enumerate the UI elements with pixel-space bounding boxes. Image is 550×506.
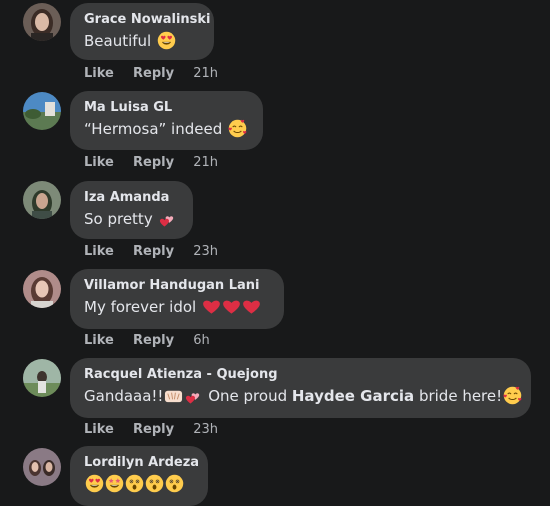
timestamp[interactable]: 21h (193, 66, 218, 81)
astonished-emoji (145, 474, 164, 493)
comment-text: My forever idol (84, 296, 270, 318)
astonished-emoji (165, 474, 184, 493)
comment-bubble: Villamor Handugan Lani My forever idol (70, 269, 284, 329)
avatar[interactable] (23, 181, 61, 219)
comment-text-before: Gandaaa!! (84, 387, 164, 405)
comment-actions: Like Reply 6h (84, 333, 210, 349)
like-button[interactable]: Like (84, 333, 114, 348)
comment-text: Beautiful (84, 30, 200, 52)
commenter-name[interactable]: Lordilyn Ardeza (84, 454, 199, 471)
heart-eyes-emoji (85, 474, 104, 493)
like-button[interactable]: Like (84, 155, 114, 170)
avatar[interactable] (23, 3, 61, 41)
commenter-name[interactable]: Villamor Handugan Lani (84, 277, 270, 294)
avatar[interactable] (23, 448, 61, 486)
two-hearts-emoji (184, 386, 203, 405)
comment-text-middle: One proud (203, 387, 292, 405)
timestamp[interactable]: 21h (193, 155, 218, 170)
red-heart-emoji (222, 297, 241, 316)
timestamp[interactable]: 23h (193, 422, 218, 437)
reply-button[interactable]: Reply (133, 244, 174, 259)
like-button[interactable]: Like (84, 66, 114, 81)
comment-text-content: So pretty (84, 210, 153, 228)
avatar[interactable] (23, 92, 61, 130)
comment-text-after: bride here! (414, 387, 503, 405)
commenter-name[interactable]: Iza Amanda (84, 189, 179, 206)
comment-actions: Like Reply 21h (84, 155, 218, 171)
heart-eyes-emoji (157, 31, 176, 50)
like-button[interactable]: Like (84, 244, 114, 259)
commenter-name[interactable]: Grace Nowalinski (84, 11, 211, 28)
comment-text-content: My forever idol (84, 298, 197, 316)
comment-actions: Like Reply 23h (84, 244, 218, 260)
reply-button[interactable]: Reply (133, 66, 174, 81)
avatar[interactable] (23, 359, 61, 397)
comment-text (84, 473, 194, 495)
reply-button[interactable]: Reply (133, 422, 174, 437)
tagged-name[interactable]: Haydee Garcia (292, 387, 414, 405)
commenter-name[interactable]: Racquel Atienza - Quejong (84, 366, 517, 383)
like-button[interactable]: Like (84, 422, 114, 437)
comment-bubble: Racquel Atienza - Quejong Gandaaa!! One … (70, 358, 531, 418)
smiling-face-with-hearts-emoji (503, 386, 523, 405)
comment-text-content: “Hermosa” indeed (84, 120, 223, 138)
commenter-name[interactable]: Ma Luisa GL (84, 99, 249, 116)
comment-actions: Like Reply 21h (84, 66, 218, 82)
comment-actions: Like Reply 23h (84, 422, 218, 438)
reply-button[interactable]: Reply (133, 155, 174, 170)
reply-button[interactable]: Reply (133, 333, 174, 348)
two-hearts-emoji (158, 209, 177, 228)
red-heart-emoji (202, 297, 221, 316)
timestamp[interactable]: 6h (193, 333, 210, 348)
comment-bubble: Lordilyn Ardeza (70, 446, 208, 506)
comment-bubble: Iza Amanda So pretty (70, 181, 193, 239)
comment-bubble: Ma Luisa GL “Hermosa” indeed (70, 91, 263, 150)
star-struck-emoji (105, 474, 124, 493)
timestamp[interactable]: 23h (193, 244, 218, 259)
comment-text-content: Beautiful (84, 32, 152, 50)
smiling-face-with-hearts-emoji (228, 119, 247, 138)
comment-text: Gandaaa!! One proud Haydee Garcia bride … (84, 385, 523, 407)
comment-bubble: Grace Nowalinski Beautiful (70, 3, 214, 60)
comment-text: So pretty (84, 208, 179, 230)
comment-text: “Hermosa” indeed (84, 118, 249, 140)
raising-hands-emoji (164, 386, 183, 405)
astonished-emoji (125, 474, 144, 493)
avatar[interactable] (23, 270, 61, 308)
red-heart-emoji (242, 297, 261, 316)
